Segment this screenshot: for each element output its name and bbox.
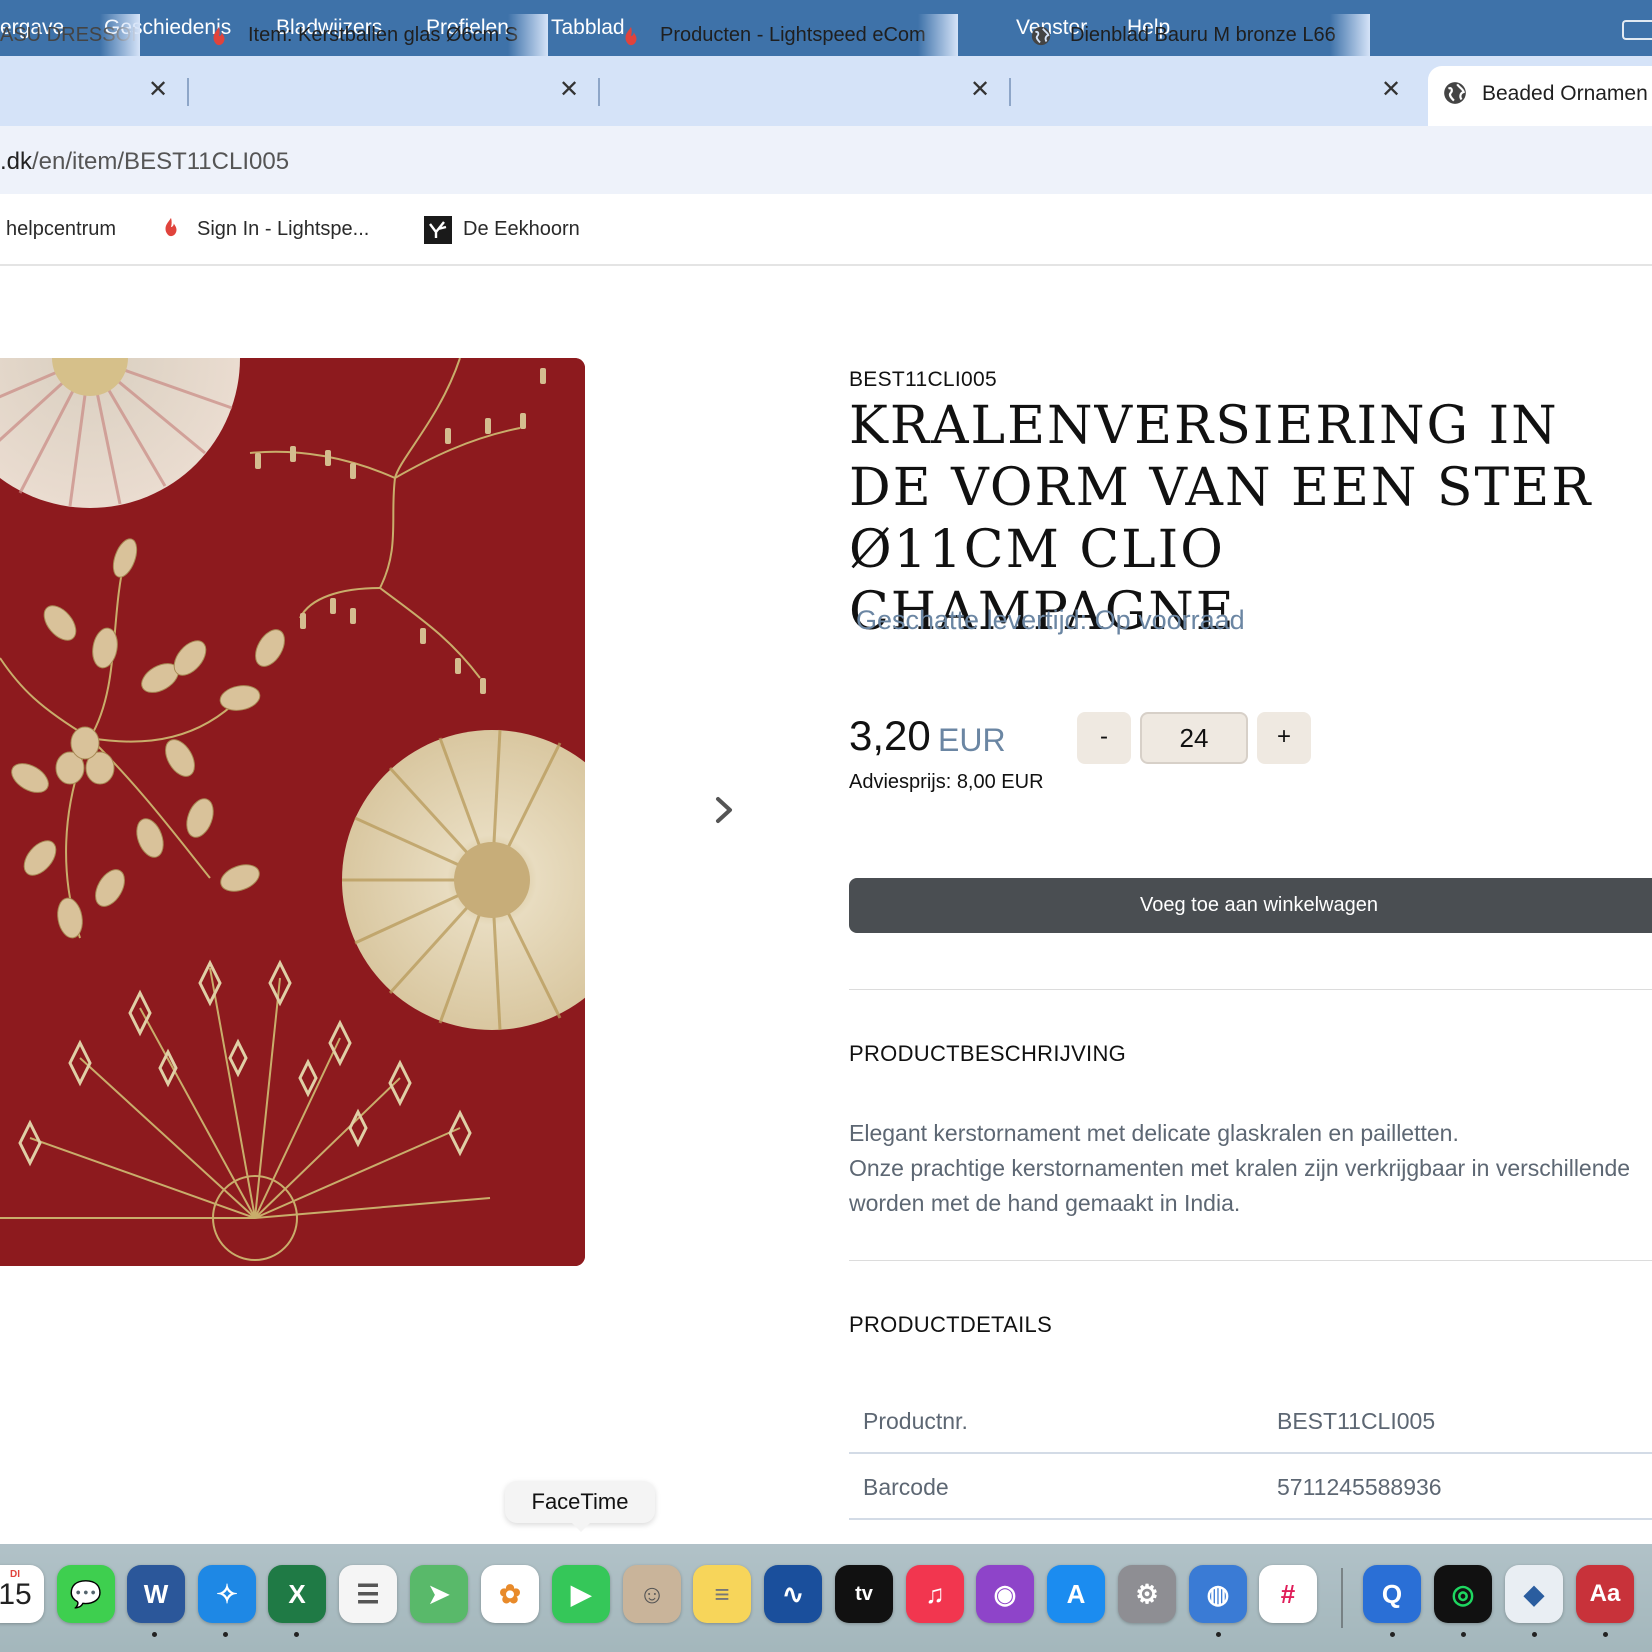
contacts-icon[interactable]: ☺ bbox=[623, 1565, 681, 1623]
product-sku: BEST11CLI005 bbox=[849, 368, 997, 391]
beaded-ornament-photo bbox=[0, 358, 585, 1266]
dock-running-indicator bbox=[1603, 1632, 1608, 1637]
tab-dienblad-bauru[interactable]: Dienblad Bauru M bronze L66 bbox=[1030, 14, 1370, 58]
product-price: 3,20 bbox=[849, 712, 931, 759]
dock-running-indicator bbox=[152, 1632, 157, 1637]
close-icon[interactable]: ✕ bbox=[559, 78, 579, 102]
notes-icon[interactable]: ≡ bbox=[693, 1565, 751, 1623]
system-settings-icon[interactable]: ⚙ bbox=[1118, 1565, 1176, 1623]
description-heading: PRODUCTBESCHRIJVING bbox=[849, 1041, 1127, 1066]
tab-kerstballen[interactable]: Item: Kerstballen glas Ø6cm S bbox=[208, 14, 548, 58]
dock-divider bbox=[1341, 1568, 1343, 1628]
tab-separator bbox=[598, 78, 600, 106]
tab-separator bbox=[187, 78, 189, 106]
preview-icon[interactable]: ◍ bbox=[1189, 1565, 1247, 1623]
quantity-increase-button[interactable]: + bbox=[1257, 712, 1311, 764]
lightspeed-flame-icon bbox=[213, 26, 225, 46]
close-icon[interactable]: ✕ bbox=[970, 78, 990, 102]
divider bbox=[849, 1260, 1652, 1261]
lightspeed-flame-icon bbox=[165, 217, 177, 237]
tab-title: Producten - Lightspeed eCom bbox=[660, 24, 926, 46]
product-description: Elegant kerstornament met delicate glask… bbox=[849, 1116, 1652, 1221]
slack-icon[interactable]: # bbox=[1259, 1565, 1317, 1623]
calendar-icon[interactable]: DI 15 bbox=[0, 1565, 44, 1623]
freeform-icon[interactable]: ∿ bbox=[764, 1565, 822, 1623]
dock-tooltip-tail bbox=[571, 1522, 591, 1532]
price-currency: EUR bbox=[938, 722, 1006, 758]
dock-running-indicator bbox=[223, 1632, 228, 1637]
globe-icon bbox=[1031, 26, 1051, 46]
tab-producten-lightspeed[interactable]: Producten - Lightspeed eCom bbox=[620, 14, 958, 58]
eekhoorn-logo-icon bbox=[424, 216, 452, 244]
dock-running-indicator bbox=[1532, 1632, 1537, 1637]
facetime-icon[interactable]: ▶ bbox=[552, 1565, 610, 1623]
recommended-price: Adviesprijs: 8,00 EUR bbox=[849, 771, 1044, 793]
dock-running-indicator bbox=[294, 1632, 299, 1637]
sketchup-icon[interactable]: ◆ bbox=[1505, 1565, 1563, 1623]
description-line: Onze prachtige kerstornamenten met krale… bbox=[849, 1155, 1631, 1181]
spec-label: Productnr. bbox=[863, 1408, 968, 1434]
bookmark-helpcentrum[interactable]: helpcentrum bbox=[6, 218, 116, 241]
dock-running-indicator bbox=[1461, 1632, 1466, 1637]
add-to-cart-button[interactable]: Voeg toe aan winkelwagen bbox=[849, 878, 1652, 933]
chevron-right-icon[interactable] bbox=[710, 795, 738, 825]
globe-icon bbox=[1444, 82, 1466, 104]
table-row: Barcode 5711245588936 bbox=[849, 1454, 1652, 1520]
table-row: Productnr. BEST11CLI005 bbox=[849, 1388, 1652, 1454]
url-text[interactable]: .dk/en/item/BEST11CLI005 bbox=[0, 148, 289, 176]
tab-title-fade bbox=[508, 14, 548, 58]
tab-title: Item: Kerstballen glas Ø6cm S bbox=[248, 24, 519, 46]
tab-separator bbox=[1009, 78, 1011, 106]
music-icon[interactable]: ♫ bbox=[906, 1565, 964, 1623]
bookmark-sign-in-lightspeed[interactable]: Sign In - Lightspe... bbox=[197, 218, 369, 241]
battery-icon bbox=[1622, 20, 1652, 40]
quantity-input[interactable] bbox=[1140, 712, 1248, 764]
close-icon[interactable]: ✕ bbox=[1381, 78, 1401, 102]
description-line: worden met de hand gemaakt in India. bbox=[849, 1190, 1241, 1216]
spotify-icon[interactable]: ◎ bbox=[1434, 1565, 1492, 1623]
dock-tooltip: FaceTime bbox=[505, 1481, 655, 1523]
app-store-icon[interactable]: A bbox=[1047, 1565, 1105, 1623]
tab-title-fade bbox=[918, 14, 958, 58]
quicktime-icon[interactable]: Q bbox=[1363, 1565, 1421, 1623]
calendar-day: 15 bbox=[0, 1578, 32, 1611]
dictionary-icon[interactable]: Aa bbox=[1576, 1565, 1634, 1623]
safari-icon[interactable]: ✧ bbox=[198, 1565, 256, 1623]
spec-label: Barcode bbox=[863, 1474, 949, 1500]
quantity-decrease-button[interactable]: - bbox=[1077, 712, 1131, 764]
messages-icon[interactable]: 💬 bbox=[57, 1565, 115, 1623]
bookmark-de-eekhoorn[interactable]: De Eekhoorn bbox=[463, 218, 580, 241]
maps-icon[interactable]: ➤ bbox=[410, 1565, 468, 1623]
spec-value: BEST11CLI005 bbox=[1277, 1408, 1436, 1434]
spec-value: 5711245588936 bbox=[1277, 1474, 1442, 1500]
url-path: /en/item/BEST11CLI005 bbox=[32, 148, 290, 175]
excel-icon[interactable]: X bbox=[268, 1565, 326, 1623]
divider bbox=[849, 989, 1652, 990]
bookmarks-bar: helpcentrum Sign In - Lightspe... De Eek… bbox=[0, 194, 1652, 266]
reminders-icon[interactable]: ☰ bbox=[339, 1565, 397, 1623]
url-host: .dk bbox=[0, 148, 33, 175]
product-image[interactable] bbox=[0, 358, 585, 1266]
dock-running-indicator bbox=[1390, 1632, 1395, 1637]
description-line: Elegant kerstornament met delicate glask… bbox=[849, 1120, 1459, 1146]
close-icon[interactable]: ✕ bbox=[148, 78, 168, 102]
tab-beaded-ornament-active[interactable]: Beaded Ornamen bbox=[1428, 66, 1652, 126]
tab-strip bbox=[0, 56, 1652, 126]
tab-title-fade bbox=[1330, 14, 1370, 58]
podcasts-icon[interactable]: ◉ bbox=[976, 1565, 1034, 1623]
dock-running-indicator bbox=[1216, 1632, 1221, 1637]
tab-title: Beaded Ornamen bbox=[1482, 82, 1648, 105]
delivery-estimate: Geschatte levertijd: Op voorraad bbox=[856, 605, 1245, 635]
details-heading: PRODUCTDETAILS bbox=[849, 1312, 1053, 1337]
word-icon[interactable]: W bbox=[127, 1565, 185, 1623]
address-bar[interactable]: .dk/en/item/BEST11CLI005 bbox=[0, 126, 1652, 194]
lightspeed-flame-icon bbox=[625, 26, 637, 46]
photos-icon[interactable]: ✿ bbox=[481, 1565, 539, 1623]
tab-title-fade bbox=[100, 14, 140, 58]
tab-title: Dienblad Bauru M bronze L66 bbox=[1070, 24, 1336, 46]
tab-asu-dressoir[interactable]: ASU DRESSOI bbox=[0, 14, 140, 58]
menu-item-tabblad[interactable]: Tabblad bbox=[551, 16, 625, 40]
tv-icon[interactable]: tv bbox=[835, 1565, 893, 1623]
